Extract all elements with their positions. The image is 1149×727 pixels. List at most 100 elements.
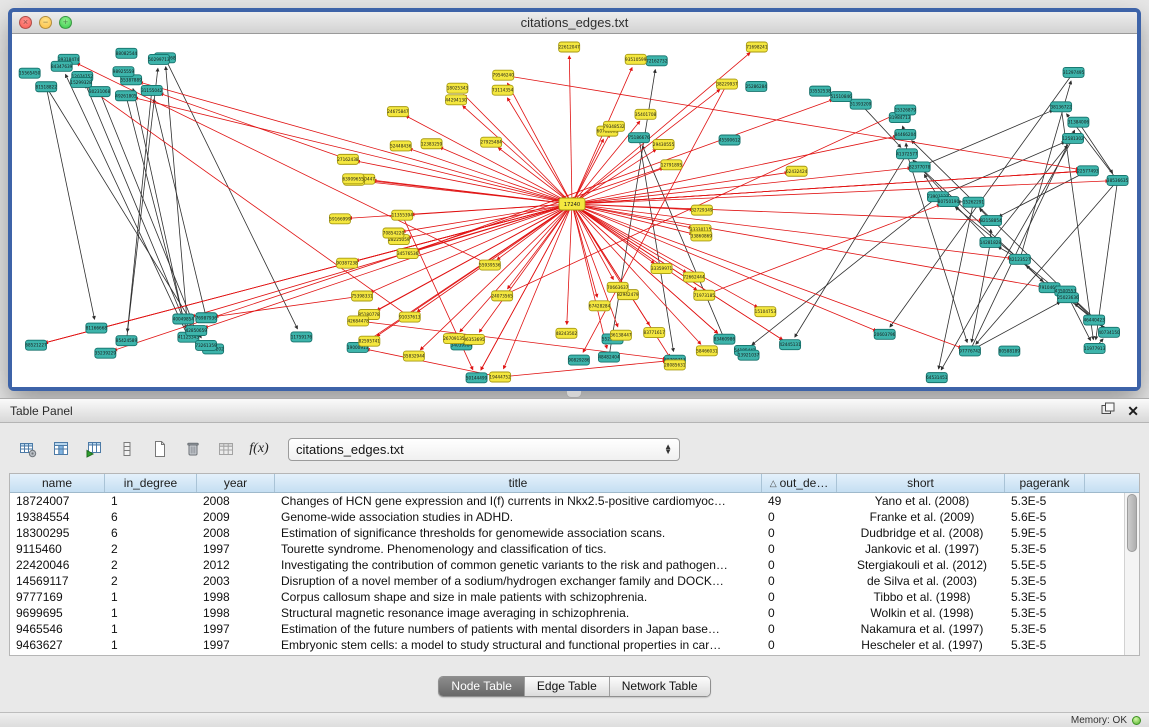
- cell-in_degree: 1: [105, 605, 197, 621]
- svg-text:13921037: 13921037: [738, 353, 760, 358]
- svg-text:72162732: 72162732: [646, 58, 668, 63]
- table-row[interactable]: 946362711997Embryonic stem cells: a mode…: [10, 637, 1139, 653]
- cell-name: 22420046: [10, 557, 105, 573]
- svg-text:55939536: 55939536: [479, 263, 501, 268]
- memory-status-icon: [1132, 716, 1141, 725]
- combo-arrows-icon: ▲▼: [664, 444, 672, 454]
- cell-pagerank: 5.3E-5: [1005, 621, 1085, 637]
- table-panel-title: Table Panel: [10, 404, 73, 418]
- svg-text:25023636: 25023636: [1057, 295, 1079, 300]
- table-row[interactable]: 1872400712008Changes of HCN gene express…: [10, 493, 1139, 509]
- network-graph[interactable]: 3115504281518822553878898808254437709768…: [12, 34, 1137, 387]
- svg-text:33552538: 33552538: [809, 89, 831, 94]
- svg-text:90829286: 90829286: [568, 358, 590, 363]
- cell-pagerank: 5.3E-5: [1005, 605, 1085, 621]
- table-disabled-button[interactable]: [212, 436, 240, 462]
- column-header-name[interactable]: name: [10, 474, 105, 492]
- cell-short: Stergiakouli et al. (2012): [837, 557, 1005, 573]
- svg-text:38536635: 38536635: [1107, 178, 1129, 183]
- window-resize-handle[interactable]: [566, 391, 582, 398]
- svg-text:20603796: 20603796: [874, 332, 896, 337]
- cell-pagerank: 5.3E-5: [1005, 573, 1085, 589]
- svg-text:38229937: 38229937: [716, 82, 738, 87]
- column-header-out_degree[interactable]: △out_de…: [762, 474, 837, 492]
- svg-text:48482404: 48482404: [598, 355, 620, 360]
- column-header-year[interactable]: year: [197, 474, 275, 492]
- cell-out_degree: 0: [762, 541, 837, 557]
- table-disabled-icon: [217, 440, 235, 458]
- svg-text:64531451: 64531451: [926, 375, 948, 380]
- table-row[interactable]: 946554611997Estimation of the future num…: [10, 621, 1139, 637]
- svg-text:14281828: 14281828: [980, 240, 1002, 245]
- column-header-in_degree[interactable]: in_degree: [105, 474, 197, 492]
- svg-text:30231068: 30231068: [89, 89, 111, 94]
- svg-text:12791895: 12791895: [661, 162, 683, 167]
- cell-year: 2012: [197, 557, 275, 573]
- column-header-short[interactable]: short: [837, 474, 1005, 492]
- svg-text:79348532: 79348532: [603, 124, 625, 129]
- svg-text:82377078: 82377078: [909, 164, 931, 169]
- svg-text:35239229: 35239229: [95, 351, 117, 356]
- close-panel-button[interactable]: ✕: [1127, 404, 1139, 418]
- show-columns-button[interactable]: [47, 436, 75, 462]
- minimize-window-button[interactable]: −: [39, 16, 52, 29]
- float-panel-button[interactable]: [1101, 402, 1115, 420]
- tab-network-table[interactable]: Network Table: [610, 677, 710, 696]
- svg-text:42684478: 42684478: [347, 318, 369, 323]
- row-options-button[interactable]: [113, 436, 141, 462]
- cell-year: 1998: [197, 589, 275, 605]
- svg-text:93510599: 93510599: [625, 57, 647, 62]
- svg-text:44294130: 44294130: [445, 97, 467, 102]
- svg-text:15299328: 15299328: [70, 80, 92, 85]
- svg-text:91037613: 91037613: [399, 315, 421, 320]
- svg-text:24675847: 24675847: [387, 109, 409, 114]
- cell-short: Nakamura et al. (1997): [837, 621, 1005, 637]
- table-source-select[interactable]: citations_edges.txt ▲▼: [288, 438, 680, 461]
- svg-text:82158854: 82158854: [980, 218, 1002, 223]
- svg-text:48243502: 48243502: [556, 331, 578, 336]
- svg-text:11355394: 11355394: [392, 213, 414, 218]
- table-row[interactable]: 911546021997Tourette syndrome. Phenomeno…: [10, 541, 1139, 557]
- column-header-title[interactable]: title: [275, 474, 762, 492]
- table-row[interactable]: 1938455462009Genome-wide association stu…: [10, 509, 1139, 525]
- network-view[interactable]: 3115504281518822553878898808254437709768…: [12, 34, 1137, 387]
- cell-short: Jankovic et al. (1997): [837, 541, 1005, 557]
- table-row[interactable]: 969969511998Structural magnetic resonanc…: [10, 605, 1139, 621]
- svg-text:22612047: 22612047: [558, 45, 580, 50]
- delete-columns-button[interactable]: [179, 436, 207, 462]
- close-window-button[interactable]: ×: [19, 16, 32, 29]
- svg-text:80750190: 80750190: [938, 199, 960, 204]
- zoom-window-button[interactable]: +: [59, 16, 72, 29]
- table-row[interactable]: 2242004622012Investigating the contribut…: [10, 557, 1139, 573]
- cell-year: 2003: [197, 573, 275, 589]
- table-row[interactable]: 1456911722003Disruption of a novel membe…: [10, 573, 1139, 589]
- svg-text:31155042: 31155042: [141, 88, 163, 93]
- cell-out_degree: 0: [762, 621, 837, 637]
- table-scrollbar[interactable]: [1124, 493, 1139, 655]
- cell-pagerank: 5.3E-5: [1005, 493, 1085, 509]
- cell-out_degree: 0: [762, 509, 837, 525]
- svg-text:49261805: 49261805: [115, 93, 137, 98]
- cell-year: 1997: [197, 541, 275, 557]
- svg-text:85424589: 85424589: [116, 338, 138, 343]
- svg-text:59166999: 59166999: [329, 216, 351, 221]
- function-builder-label: f(x): [249, 441, 268, 457]
- cell-out_degree: 0: [762, 573, 837, 589]
- table-row[interactable]: 1830029562008Estimation of significance …: [10, 525, 1139, 541]
- cell-short: Franke et al. (2009): [837, 509, 1005, 525]
- cell-name: 18300295: [10, 525, 105, 541]
- window-titlebar[interactable]: × − + citations_edges.txt: [12, 12, 1137, 34]
- cell-year: 1997: [197, 637, 275, 653]
- tab-node-table[interactable]: Node Table: [439, 677, 525, 696]
- cell-in_degree: 6: [105, 509, 197, 525]
- table-row[interactable]: 977716911998Corpus callosum shape and si…: [10, 589, 1139, 605]
- table-mode-button[interactable]: [14, 436, 42, 462]
- svg-text:15104753: 15104753: [755, 309, 777, 314]
- function-builder-button[interactable]: f(x): [245, 436, 273, 462]
- create-column-button[interactable]: [146, 436, 174, 462]
- table-scrollbar-thumb[interactable]: [1127, 494, 1137, 552]
- column-header-pagerank[interactable]: pagerank: [1005, 474, 1085, 492]
- tab-edge-table[interactable]: Edge Table: [525, 677, 610, 696]
- import-table-button[interactable]: [80, 436, 108, 462]
- svg-text:36353695: 36353695: [463, 337, 485, 342]
